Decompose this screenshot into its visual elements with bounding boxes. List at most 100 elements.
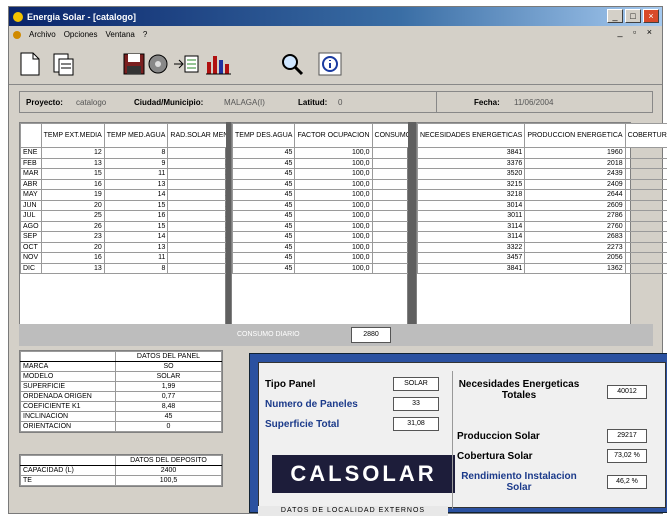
table-cell[interactable]: OCT: [20, 241, 42, 253]
deposito-data-table[interactable]: DATOS DEL DEPOSITO CAPACIDAD (L) 2400 TE 10…: [19, 454, 223, 487]
table-row[interactable]: SEP2314162,63: [20, 231, 250, 243]
table-cell[interactable]: 68,42: [624, 241, 667, 253]
table-cell[interactable]: 100,0: [294, 220, 373, 232]
table-cell[interactable]: 82,86: [624, 231, 667, 243]
table-cell[interactable]: 45: [231, 241, 296, 253]
table-cell[interactable]: 2683: [524, 231, 626, 243]
table-cell[interactable]: ABR: [20, 178, 42, 190]
table-cell[interactable]: 2018: [524, 157, 626, 169]
table-cell[interactable]: 2439: [524, 168, 626, 180]
table-cell[interactable]: 100,0: [294, 157, 373, 169]
table-cell[interactable]: 23: [40, 231, 105, 243]
table-row[interactable]: ORIENTACION 0: [20, 421, 222, 432]
table-cell[interactable]: 11: [103, 168, 169, 180]
table-cell[interactable]: 3841: [416, 262, 526, 274]
table-row[interactable]: DIC13883,95: [20, 262, 250, 274]
title-bar[interactable]: Energia Solar - [catalogo] _ □ ×: [9, 7, 662, 26]
table-cell[interactable]: 100,0: [294, 252, 373, 264]
table-cell[interactable]: 45: [231, 189, 296, 201]
table-cell[interactable]: 35,51: [624, 262, 667, 274]
table-cell[interactable]: 100,0: [294, 168, 373, 180]
table-row[interactable]: 3114268382,86: [416, 231, 667, 243]
field-value[interactable]: 0: [115, 421, 222, 432]
field-value[interactable]: SOLAR: [115, 371, 222, 382]
table-cell[interactable]: 45: [231, 157, 296, 169]
table-cell[interactable]: 11: [103, 252, 169, 264]
table-cell[interactable]: 3520: [416, 168, 526, 180]
table-row[interactable]: NOV1611130,47: [20, 252, 250, 264]
table-cell[interactable]: 15: [40, 168, 105, 180]
table-cell[interactable]: 3218: [416, 189, 526, 201]
table-cell[interactable]: 88,57: [624, 220, 667, 232]
table-row[interactable]: ORDENADA ORIGEN 0,77: [20, 391, 222, 402]
export-icon[interactable]: [171, 49, 201, 79]
table-cell[interactable]: SEP: [20, 231, 42, 243]
table-row[interactable]: 3841136235,51: [416, 262, 667, 274]
table-cell[interactable]: 3457: [416, 252, 526, 264]
table-cell[interactable]: 86,57: [624, 199, 667, 211]
table-row[interactable]: MAY1914177,52: [20, 189, 250, 201]
menu-help[interactable]: ?: [143, 30, 147, 39]
rendimiento-field[interactable]: 46,2 %: [607, 475, 647, 489]
table-cell[interactable]: AGO: [20, 220, 42, 232]
table-cell[interactable]: 16: [40, 252, 105, 264]
table-row[interactable]: CAPACIDAD (L) 2400: [20, 465, 222, 476]
table-row[interactable]: 3011278692,53: [416, 210, 667, 222]
menu-ventana[interactable]: Ventana: [105, 30, 134, 39]
table-cell[interactable]: 92,53: [624, 210, 667, 222]
table-cell[interactable]: MAR: [20, 168, 42, 180]
table-row[interactable]: 3322227368,42: [416, 241, 667, 253]
table-cell[interactable]: 100,0: [294, 262, 373, 274]
table-cell[interactable]: 100,0: [294, 189, 373, 201]
table-cell[interactable]: 13: [103, 178, 169, 190]
table-cell[interactable]: 100,0: [294, 241, 373, 253]
table-cell[interactable]: 3114: [416, 231, 526, 243]
table-cell[interactable]: 14: [103, 231, 169, 243]
table-cell[interactable]: 13: [40, 262, 105, 274]
table-row[interactable]: AGO2615184,26: [20, 220, 250, 232]
field-value[interactable]: 1,99: [115, 381, 222, 392]
table-row[interactable]: 3215240974,95: [416, 178, 667, 190]
table-cell[interactable]: 25: [40, 210, 105, 222]
table-cell[interactable]: 8: [103, 147, 169, 159]
table-cell[interactable]: NOV: [20, 252, 42, 264]
new-doc-icon[interactable]: [15, 49, 45, 79]
table-cell[interactable]: 2273: [524, 241, 626, 253]
table-cell[interactable]: 59,82: [624, 157, 667, 169]
table-cell[interactable]: 13: [40, 157, 105, 169]
table-cell[interactable]: 60,52: [624, 147, 667, 159]
table-cell[interactable]: 2644: [524, 189, 626, 201]
table-row[interactable]: 3520243970,11: [416, 168, 667, 180]
table-row[interactable]: TE 100,5: [20, 475, 222, 486]
table-cell[interactable]: 15: [103, 220, 169, 232]
table-row[interactable]: ENE128111,75: [20, 147, 250, 159]
table-cell[interactable]: 3376: [416, 157, 526, 169]
table-cell[interactable]: ENE: [20, 147, 42, 159]
table-row[interactable]: COEFICIENTE K1 8,48: [20, 401, 222, 412]
table-cell[interactable]: 100,0: [294, 231, 373, 243]
table-row[interactable]: OCT2013143,84: [20, 241, 250, 253]
cobertura-solar-field[interactable]: 73,02 %: [607, 449, 647, 463]
table-row[interactable]: 3114276088,57: [416, 220, 667, 232]
field-value[interactable]: 100,5: [115, 475, 222, 486]
table-cell[interactable]: 45: [231, 231, 296, 243]
table-cell[interactable]: 8: [103, 262, 169, 274]
table-cell[interactable]: 3011: [416, 210, 526, 222]
field-value[interactable]: 0,77: [115, 391, 222, 402]
search-icon[interactable]: [277, 49, 307, 79]
info-icon[interactable]: [315, 49, 345, 79]
table-row[interactable]: JUL2516193,89: [20, 210, 250, 222]
table-row[interactable]: SUPERFICIE 1,99: [20, 381, 222, 392]
table-cell[interactable]: 45: [231, 178, 296, 190]
table-cell[interactable]: 16: [40, 178, 105, 190]
table-cell[interactable]: 45: [231, 168, 296, 180]
tipo-panel-field[interactable]: SOLAR: [393, 377, 439, 391]
open-icon[interactable]: [49, 49, 79, 79]
chart-icon[interactable]: [203, 49, 233, 79]
table-row[interactable]: ABR1613199,6: [20, 178, 250, 190]
table-cell[interactable]: 45: [231, 262, 296, 274]
maximize-button[interactable]: □: [625, 9, 641, 23]
table-cell[interactable]: 12: [40, 147, 105, 159]
table-cell[interactable]: FEB: [20, 157, 42, 169]
consumption-table[interactable]: TEMP DES.AGUA FACTOR OCUPACION CONSUMO M…: [231, 122, 450, 325]
